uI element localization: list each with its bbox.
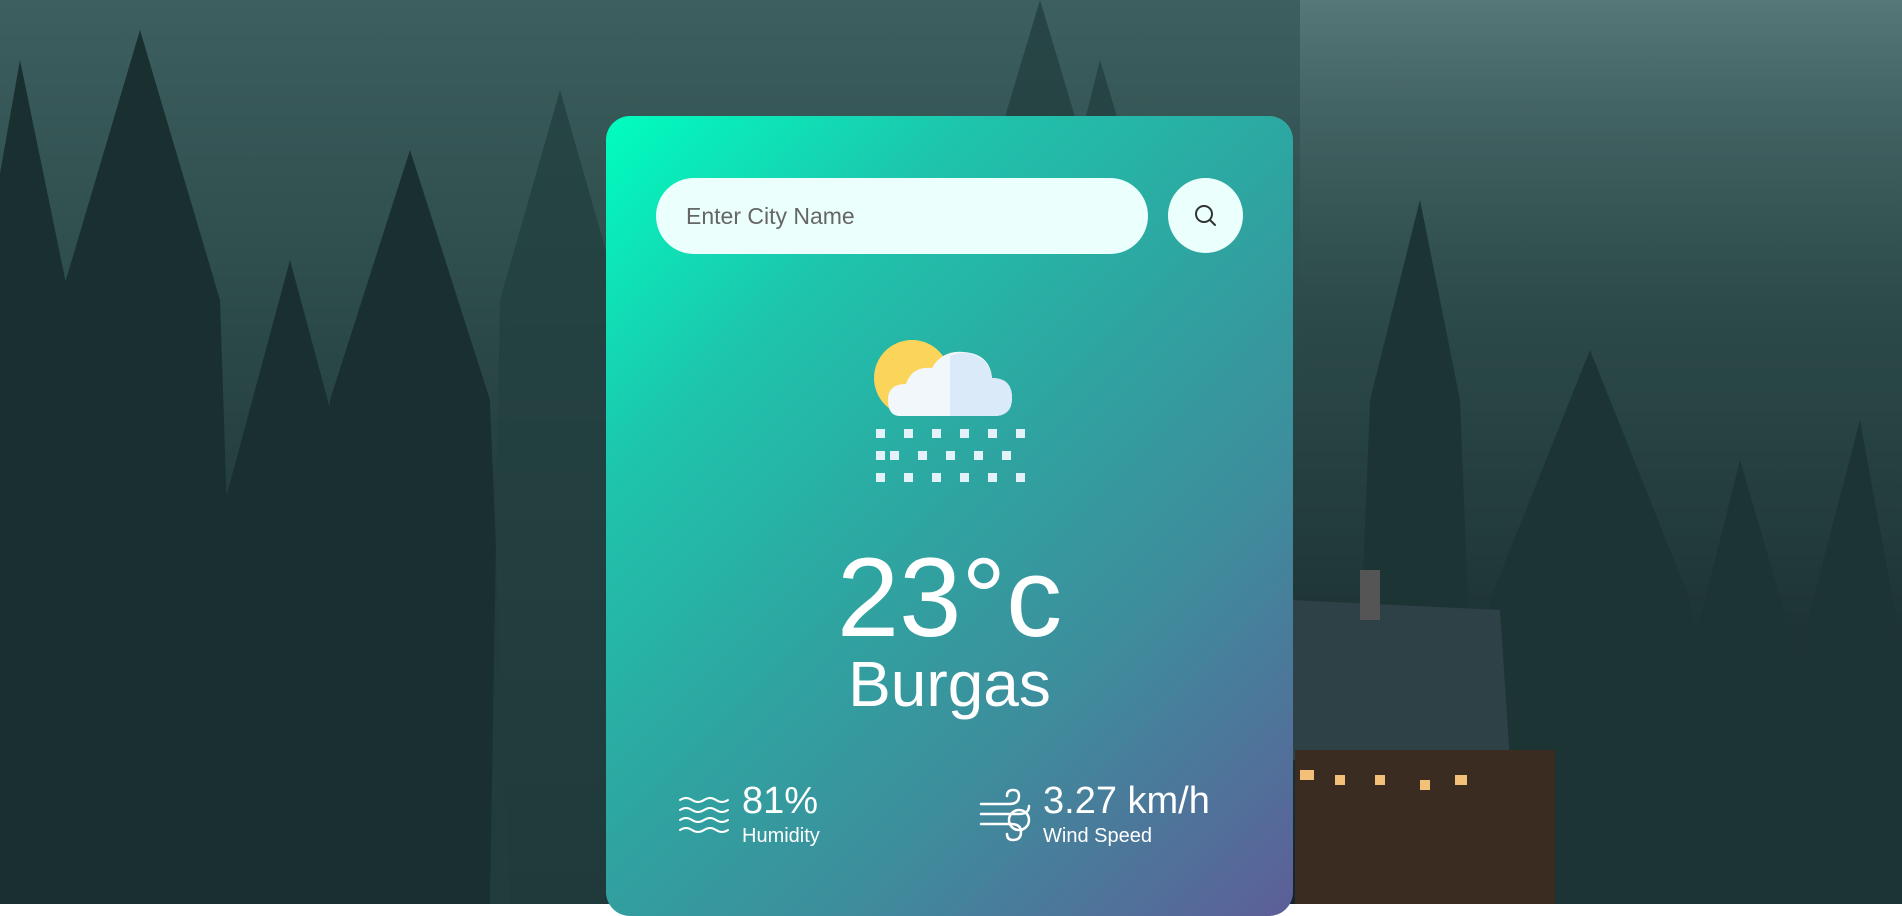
temperature: 23°c [836, 535, 1063, 660]
humidity-text: 81% Humidity [742, 782, 820, 848]
wind-label: Wind Speed [1043, 825, 1152, 847]
search-icon [1194, 204, 1216, 226]
search-bar [656, 178, 1243, 254]
city-search-input[interactable] [656, 178, 1148, 254]
search-button[interactable] [1168, 178, 1243, 253]
wind-detail: 3.27 km/h Wind Speed [979, 782, 1210, 848]
humidity-label: Humidity [742, 825, 820, 847]
wind-text: 3.27 km/h Wind Speed [1043, 782, 1210, 848]
weather-card: 23°c Burgas 81% Humidity 3.27 km/h [606, 116, 1293, 916]
city-name: Burgas [848, 648, 1051, 720]
humidity-waves-icon [679, 797, 729, 833]
wind-icon [979, 788, 1031, 842]
humidity-detail: 81% Humidity [678, 782, 820, 848]
sun-cloud-snow-icon [860, 326, 1040, 506]
wind-value: 3.27 km/h [1043, 780, 1210, 822]
humidity-value: 81% [742, 780, 819, 822]
